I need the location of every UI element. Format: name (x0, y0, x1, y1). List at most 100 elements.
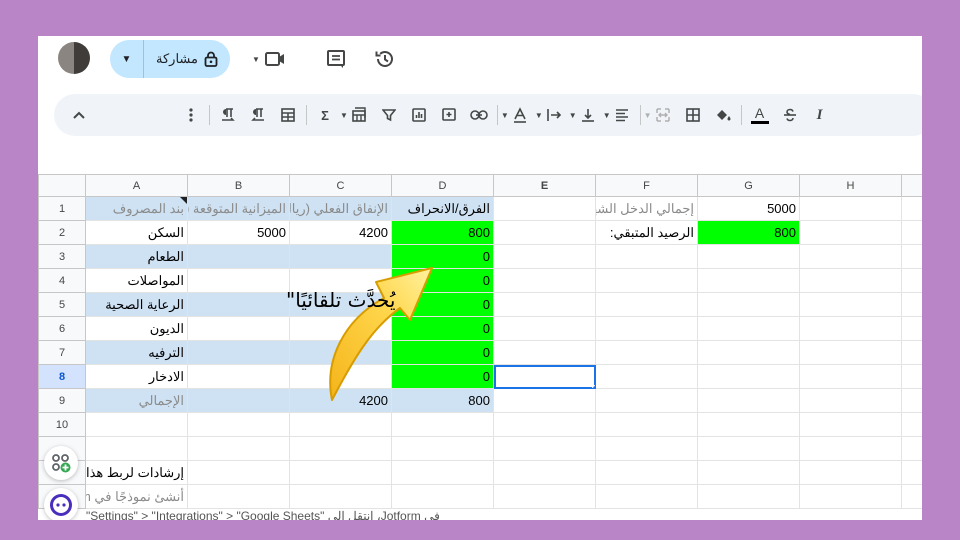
add-on-button[interactable] (44, 446, 78, 480)
cell-g9[interactable] (697, 388, 800, 413)
row-header[interactable]: 2 (38, 220, 86, 245)
share-button[interactable]: ▼ مشاركة (110, 40, 230, 78)
cell-b2[interactable]: 5000 (187, 220, 290, 245)
cell-h11[interactable] (799, 436, 902, 461)
cell-f6[interactable] (595, 316, 698, 341)
row-header[interactable]: 3 (38, 244, 86, 269)
fill-handle[interactable] (592, 385, 595, 388)
cell-d13[interactable] (391, 484, 494, 509)
insert-chart-icon[interactable] (408, 103, 430, 127)
cell-h9[interactable] (799, 388, 902, 413)
version-history-button[interactable] (374, 48, 396, 70)
cell-f12[interactable] (595, 460, 698, 485)
cell-e11[interactable] (493, 436, 596, 461)
cell-i2[interactable] (901, 220, 922, 245)
cell-f10[interactable] (595, 412, 698, 437)
cell-a6[interactable]: الديون (85, 316, 188, 341)
cell-f1[interactable]: إجمالي الدخل الشهري الصافي: (595, 196, 698, 221)
cell-g1[interactable]: 5000 (697, 196, 800, 221)
chevron-down-icon[interactable]: ▼ (340, 111, 348, 120)
text-color-icon[interactable]: A (749, 103, 771, 127)
insert-link-icon[interactable] (468, 103, 490, 127)
row-header[interactable]: 10 (38, 412, 86, 437)
chevron-down-icon[interactable]: ▼ (569, 111, 577, 120)
cell-e5[interactable] (493, 292, 596, 317)
chevron-down-icon[interactable]: ▼ (644, 111, 652, 120)
cell-g2[interactable]: 800 (697, 220, 800, 245)
cell-g4[interactable] (697, 268, 800, 293)
borders-icon[interactable] (682, 103, 704, 127)
cell-i11[interactable] (901, 436, 922, 461)
cell-a2[interactable]: السكن (85, 220, 188, 245)
add-comment-icon[interactable] (438, 103, 460, 127)
ltr-direction-icon[interactable] (217, 103, 239, 127)
insert-chart-table-icon[interactable] (348, 103, 370, 127)
row-header[interactable]: 4 (38, 268, 86, 293)
column-header-g[interactable]: G (697, 174, 800, 197)
cell-e12[interactable] (493, 460, 596, 485)
cell-i3[interactable] (901, 244, 922, 269)
cell-e3[interactable] (493, 244, 596, 269)
cell-b1[interactable]: الميزانية المتوقعة (ريال) (187, 196, 290, 221)
cell-b8[interactable] (187, 364, 290, 389)
cell-h13[interactable] (799, 484, 902, 509)
cell-b5[interactable] (187, 292, 290, 317)
cell-e10[interactable] (493, 412, 596, 437)
cell-b7[interactable] (187, 340, 290, 365)
avatar[interactable] (58, 42, 90, 74)
chevron-down-icon[interactable]: ▼ (603, 111, 611, 120)
cell-f11[interactable] (595, 436, 698, 461)
cell-h5[interactable] (799, 292, 902, 317)
cell-a11[interactable] (85, 436, 188, 461)
cell-e2[interactable] (493, 220, 596, 245)
cell-b9[interactable] (187, 388, 290, 413)
cell-b4[interactable] (187, 268, 290, 293)
cell-c2[interactable]: 4200 (289, 220, 392, 245)
cell-i5[interactable] (901, 292, 922, 317)
row-header[interactable]: 1 (38, 196, 86, 221)
column-header-b[interactable]: B (187, 174, 290, 197)
cell-c10[interactable] (289, 412, 392, 437)
cell-e13[interactable] (493, 484, 596, 509)
cell-b10[interactable] (187, 412, 290, 437)
cell-g6[interactable] (697, 316, 800, 341)
cell-f9[interactable] (595, 388, 698, 413)
cell-h1[interactable] (799, 196, 902, 221)
cell-i13[interactable] (901, 484, 922, 509)
cell-c13[interactable] (289, 484, 392, 509)
cell-a1[interactable]: بند المصروف (85, 196, 188, 221)
cell-i4[interactable] (901, 268, 922, 293)
column-header-h[interactable]: H (799, 174, 902, 197)
column-header-c[interactable]: C (289, 174, 392, 197)
cell-i12[interactable] (901, 460, 922, 485)
cell-a4[interactable]: المواصلات (85, 268, 188, 293)
cell-g5[interactable] (697, 292, 800, 317)
cell-f8[interactable] (595, 364, 698, 389)
merge-cells-icon[interactable] (652, 103, 674, 127)
cell-a9[interactable]: الإجمالي (85, 388, 188, 413)
cell-f4[interactable] (595, 268, 698, 293)
cell-f13[interactable] (595, 484, 698, 509)
cell-d12[interactable] (391, 460, 494, 485)
row-header-selected[interactable]: 8 (38, 364, 86, 389)
cell-g13[interactable] (697, 484, 800, 509)
fill-color-icon[interactable] (712, 103, 734, 127)
cell-h8[interactable] (799, 364, 902, 389)
row-header[interactable]: 9 (38, 388, 86, 413)
chevron-down-icon[interactable]: ▼ (501, 111, 509, 120)
row-header[interactable]: 7 (38, 340, 86, 365)
cell-h10[interactable] (799, 412, 902, 437)
cell-b11[interactable] (187, 436, 290, 461)
cell-b12[interactable] (187, 460, 290, 485)
cell-f2[interactable]: الرصيد المتبقي: (595, 220, 698, 245)
chevron-down-icon[interactable]: ▼ (535, 111, 543, 120)
cell-d1[interactable]: الفرق/الانحراف (391, 196, 494, 221)
cell-i8[interactable] (901, 364, 922, 389)
cell-i6[interactable] (901, 316, 922, 341)
vertical-align-icon[interactable] (577, 103, 599, 127)
text-rotation-icon[interactable] (509, 103, 531, 127)
cell-g8[interactable] (697, 364, 800, 389)
more-options-icon[interactable] (180, 103, 202, 127)
active-cell-e8[interactable] (493, 364, 596, 389)
cell-b6[interactable] (187, 316, 290, 341)
